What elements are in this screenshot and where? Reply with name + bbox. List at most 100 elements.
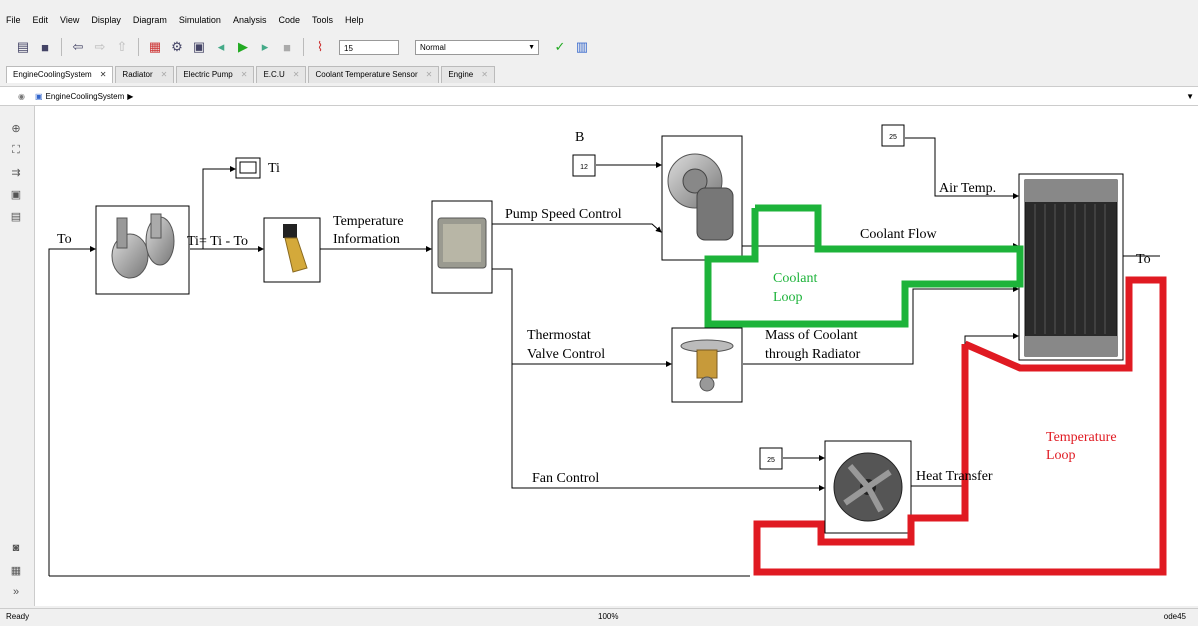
tab-ecu[interactable]: E.C.U ✕	[256, 66, 307, 83]
temperature-info-label-1: Temperature	[333, 214, 404, 229]
new-model-icon[interactable]: ▤	[14, 38, 32, 56]
breadcrumb[interactable]: EngineCoolingSystem	[46, 92, 125, 101]
to-feedback-line[interactable]	[48, 246, 96, 576]
menu-tools[interactable]: Tools	[306, 15, 339, 25]
menu-display[interactable]: Display	[85, 15, 127, 25]
mass-coolant-label-1: Mass of Coolant	[765, 328, 858, 343]
status-solver[interactable]: ode45	[1164, 612, 1186, 621]
fan-control-label: Fan Control	[532, 471, 599, 486]
radiator-block[interactable]	[1018, 173, 1124, 361]
run-icon[interactable]: ▶	[234, 38, 252, 56]
tab-electric-pump[interactable]: Electric Pump ✕	[176, 66, 255, 83]
constant-25-air-value: 25	[889, 134, 897, 141]
toolbar-separator	[138, 38, 139, 56]
stop-time-input[interactable]: 15	[339, 39, 399, 55]
breadcrumb-arrow-icon: ▶	[127, 91, 134, 101]
close-icon[interactable]: ✕	[100, 67, 107, 83]
mass-coolant-label-2: through Radiator	[765, 347, 861, 362]
model-canvas[interactable]: 12 25 25 To Ti Ti= Ti - To Temperature I…	[35, 106, 1198, 606]
coolant-loop-label-2: Loop	[773, 290, 803, 305]
tab-label: EngineCoolingSystem	[13, 70, 92, 79]
toolbar-separator	[303, 38, 304, 56]
stop-icon[interactable]: ■	[278, 38, 296, 56]
constant-25-air-block[interactable]: 25	[881, 124, 905, 147]
chevron-down-icon: ▼	[528, 43, 535, 51]
tab-bar: EngineCoolingSystem ✕ Radiator ✕ Electric …	[6, 66, 497, 83]
zoom-icon[interactable]: ⊕	[8, 122, 24, 136]
thermostat-label-2: Valve Control	[527, 347, 605, 362]
forward-icon[interactable]: ⇨	[91, 38, 109, 56]
pump-speed-label: Pump Speed Control	[505, 207, 622, 222]
menu-analysis[interactable]: Analysis	[227, 15, 273, 25]
tab-label: Engine	[448, 70, 474, 79]
step-forward-icon[interactable]: ▸	[256, 38, 274, 56]
expand-icon[interactable]: »	[8, 586, 24, 600]
left-palette: ⊕ ⛶ ⇉ ▣ ▤ ◙ ▦ »	[0, 106, 35, 606]
menu-edit[interactable]: Edit	[27, 15, 55, 25]
tab-label: Radiator	[122, 70, 153, 79]
coolant-loop-outline	[704, 204, 1024, 328]
constant-25-fan-block[interactable]: 25	[759, 447, 783, 470]
temperature-info-label-2: Information	[333, 232, 400, 247]
ti-scope-block[interactable]	[235, 157, 261, 179]
tab-engine-cooling-system[interactable]: EngineCoolingSystem ✕	[6, 66, 114, 83]
settings-gear-icon[interactable]: ⚙	[168, 38, 186, 56]
fit-to-view-icon[interactable]: ⛶	[8, 144, 24, 158]
constant-12-block[interactable]: 12	[572, 154, 596, 177]
menu-simulation[interactable]: Simulation	[173, 15, 227, 25]
engine-block[interactable]	[95, 205, 190, 295]
arrow-icon[interactable]: ⇉	[8, 166, 24, 180]
chevron-down-icon[interactable]: ▼	[1186, 92, 1194, 101]
annotation-icon[interactable]: ▣	[8, 188, 24, 202]
scope-icon[interactable]: ⌇	[311, 38, 329, 56]
address-bar: ◉ ▣ EngineCoolingSystem ▶ ▼	[0, 86, 1198, 106]
b-label: B	[575, 130, 584, 145]
up-icon[interactable]: ⇧	[113, 38, 131, 56]
camera-icon[interactable]: ◙	[8, 542, 24, 556]
close-icon[interactable]: ✕	[481, 67, 488, 83]
menu-view[interactable]: View	[54, 15, 85, 25]
thermostat-block[interactable]	[671, 327, 743, 403]
tab-label: Coolant Temperature Sensor	[315, 70, 418, 79]
model-explorer-icon[interactable]: ▣	[190, 38, 208, 56]
step-back-icon[interactable]: ◂	[212, 38, 230, 56]
save-icon[interactable]: ■	[36, 38, 54, 56]
ti-scope-label: Ti	[268, 161, 280, 176]
library-browser-icon[interactable]: ▦	[146, 38, 164, 56]
simulation-mode-select[interactable]: Normal ▼	[415, 39, 539, 55]
tab-engine[interactable]: Engine ✕	[441, 66, 495, 83]
tab-radiator[interactable]: Radiator ✕	[115, 66, 175, 83]
close-icon[interactable]: ✕	[293, 67, 300, 83]
status-zoom: 100%	[598, 612, 619, 621]
simulation-mode-value: Normal	[420, 42, 446, 52]
back-icon[interactable]: ⇦	[69, 38, 87, 56]
menu-code[interactable]: Code	[272, 15, 306, 25]
tab-label: E.C.U	[263, 70, 285, 79]
tab-coolant-temperature-sensor[interactable]: Coolant Temperature Sensor ✕	[308, 66, 440, 83]
coolant-temperature-sensor-block[interactable]	[263, 217, 321, 283]
hide-explorer-icon[interactable]: ◉	[18, 92, 25, 101]
coolant-flow-label: Coolant Flow	[860, 227, 938, 242]
close-icon[interactable]: ✕	[241, 67, 248, 83]
model-advisor-icon[interactable]: ✓	[551, 38, 569, 56]
fan-block[interactable]	[824, 440, 912, 534]
menu-file[interactable]: File	[0, 15, 27, 25]
ecu-block[interactable]	[431, 200, 493, 294]
constant-25-fan-value: 25	[767, 457, 775, 464]
close-icon[interactable]: ✕	[426, 67, 433, 83]
tab-label: Electric Pump	[183, 70, 233, 79]
data-inspector-icon[interactable]: ▥	[573, 38, 591, 56]
menu-help[interactable]: Help	[339, 15, 370, 25]
to-input-label: To	[57, 232, 72, 247]
property-inspector-icon[interactable]: ▦	[8, 564, 24, 578]
temperature-loop-label-2: Loop	[1046, 448, 1076, 463]
menu-bar: File Edit View Display Diagram Simulatio…	[0, 8, 1198, 32]
status-ready: Ready	[6, 612, 30, 621]
model-icon: ▣	[34, 91, 43, 101]
heat-transfer-label: Heat Transfer	[916, 469, 993, 484]
image-icon[interactable]: ▤	[8, 210, 24, 224]
menu-diagram[interactable]: Diagram	[127, 15, 173, 25]
close-icon[interactable]: ✕	[161, 67, 168, 83]
electric-pump-block[interactable]	[661, 135, 743, 261]
to-output-label: To	[1136, 252, 1151, 267]
